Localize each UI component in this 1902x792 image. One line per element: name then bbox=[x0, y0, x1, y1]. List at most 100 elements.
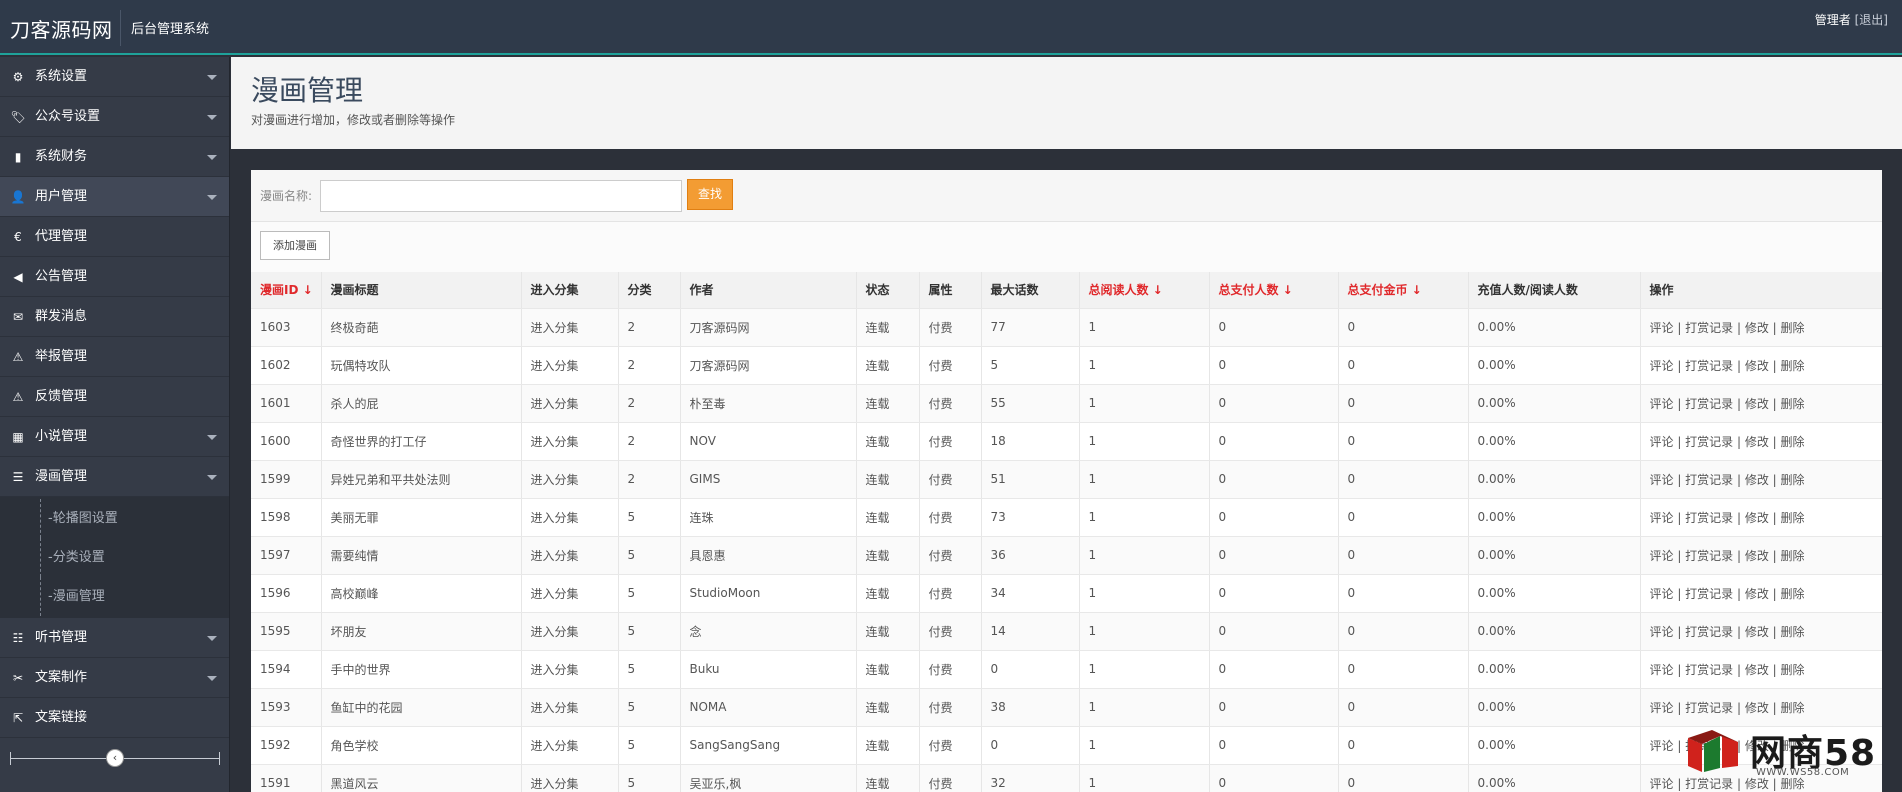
enter-episodes-link[interactable]: 进入分集 bbox=[520, 346, 618, 385]
sidebar-item-label: 群发消息 bbox=[35, 309, 88, 324]
table-cell: 0 bbox=[1337, 650, 1468, 689]
logout-link[interactable]: [退出] bbox=[1855, 13, 1888, 27]
gear-icon: ⚙ bbox=[12, 70, 24, 84]
table-cell: 付费 bbox=[918, 498, 981, 537]
row-actions[interactable]: 评论 | 打赏记录 | 修改 | 删除 bbox=[1639, 308, 1882, 347]
table-cell: 0 bbox=[1337, 612, 1468, 651]
sidebar-item[interactable]: ◀ 公告管理 bbox=[0, 257, 229, 297]
search-bar: 漫画名称: 查找 bbox=[251, 170, 1882, 222]
table-body: 1603 终极奇葩 进入分集 2 刀客源码网 连载 付费 77 1 0 0 0.00% 评论 | 打赏记… bbox=[251, 308, 1882, 792]
envelope-icon: ✉ bbox=[12, 310, 24, 324]
brand-divider bbox=[120, 10, 121, 46]
row-actions[interactable]: 评论 | 打赏记录 | 修改 | 删除 bbox=[1639, 346, 1882, 385]
enter-episodes-link[interactable]: 进入分集 bbox=[520, 536, 618, 575]
collapse-toggle-button[interactable]: ‹ bbox=[106, 749, 124, 767]
sidebar-item[interactable]: 🏷 公众号设置 bbox=[0, 97, 229, 137]
row-actions[interactable]: 评论 | 打赏记录 | 修改 | 删除 bbox=[1639, 612, 1882, 651]
table-cell: 0 bbox=[980, 650, 1079, 689]
column-header: 分类 bbox=[617, 272, 680, 309]
enter-episodes-link[interactable]: 进入分集 bbox=[520, 422, 618, 461]
sidebar-item[interactable]: ▮ 系统财务 bbox=[0, 137, 229, 177]
table-cell: 0 bbox=[1208, 650, 1338, 689]
column-header: 操作 bbox=[1639, 272, 1882, 309]
table-cell: 32 bbox=[980, 764, 1079, 792]
table-cell: 36 bbox=[980, 536, 1079, 575]
table-cell: 5 bbox=[617, 726, 680, 765]
column-header[interactable]: 总支付人数 ↓ bbox=[1208, 272, 1338, 309]
table-cell: StudioMoon bbox=[679, 574, 856, 613]
table-cell: 0 bbox=[1337, 308, 1468, 347]
add-comic-button[interactable]: 添加漫画 bbox=[260, 231, 330, 260]
row-actions[interactable]: 评论 | 打赏记录 | 修改 | 删除 bbox=[1639, 422, 1882, 461]
enter-episodes-link[interactable]: 进入分集 bbox=[520, 308, 618, 347]
sidebar-item[interactable]: ✂ 文案制作 bbox=[0, 658, 229, 698]
sidebar-item[interactable]: ✉ 群发消息 bbox=[0, 297, 229, 337]
row-actions[interactable]: 评论 | 打赏记录 | 修改 | 删除 bbox=[1639, 688, 1882, 727]
table-cell: 付费 bbox=[918, 346, 981, 385]
sidebar-collapse-control: ‹ bbox=[0, 733, 230, 791]
table-cell: 1596 bbox=[251, 574, 321, 613]
sidebar-item[interactable]: 👤 用户管理 bbox=[0, 177, 229, 217]
table-cell: 1594 bbox=[251, 650, 321, 689]
sidebar-menu-lower: ☷ 听书管理 ✂ 文案制作 ⇱ 文案链接 bbox=[0, 618, 229, 738]
column-header: 状态 bbox=[855, 272, 919, 309]
table-cell: 连载 bbox=[855, 422, 919, 461]
sidebar-item[interactable]: ⇱ 文案链接 bbox=[0, 698, 229, 738]
table-cell: 付费 bbox=[918, 460, 981, 499]
table-cell: 0 bbox=[1208, 536, 1338, 575]
enter-episodes-link[interactable]: 进入分集 bbox=[520, 460, 618, 499]
row-actions[interactable]: 评论 | 打赏记录 | 修改 | 删除 bbox=[1639, 650, 1882, 689]
row-actions[interactable]: 评论 | 打赏记录 | 修改 | 删除 bbox=[1639, 574, 1882, 613]
enter-episodes-link[interactable]: 进入分集 bbox=[520, 612, 618, 651]
table-cell: 1592 bbox=[251, 726, 321, 765]
sidebar-item[interactable]: ⚠ 反馈管理 bbox=[0, 377, 229, 417]
enter-episodes-link[interactable]: 进入分集 bbox=[520, 384, 618, 423]
table-cell: 连载 bbox=[855, 726, 919, 765]
table-cell: 连载 bbox=[855, 498, 919, 537]
sidebar-item[interactable]: ⚠ 举报管理 bbox=[0, 337, 229, 377]
sidebar-item[interactable]: ▦ 小说管理 bbox=[0, 417, 229, 457]
table-cell: 0.00% bbox=[1467, 650, 1640, 689]
row-actions[interactable]: 评论 | 打赏记录 | 修改 | 删除 bbox=[1639, 384, 1882, 423]
page-header: 漫画管理 对漫画进行增加，修改或者删除等操作 bbox=[231, 57, 1902, 149]
table-cell: Buku bbox=[679, 650, 856, 689]
sidebar-item-label: 举报管理 bbox=[35, 349, 88, 364]
sidebar-item[interactable]: ☷ 听书管理 bbox=[0, 618, 229, 658]
table-cell: 连载 bbox=[855, 574, 919, 613]
sidebar-subitem[interactable]: -轮播图设置 bbox=[0, 499, 229, 538]
column-header[interactable]: 漫画ID ↓ bbox=[251, 272, 321, 309]
enter-episodes-link[interactable]: 进入分集 bbox=[520, 498, 618, 537]
warning-icon: ⚠ bbox=[12, 350, 24, 364]
sidebar-subitem[interactable]: -漫画管理 bbox=[0, 577, 229, 616]
table-cell: NOV bbox=[679, 422, 856, 461]
row-actions[interactable]: 评论 | 打赏记录 | 修改 | 删除 bbox=[1639, 536, 1882, 575]
enter-episodes-link[interactable]: 进入分集 bbox=[520, 764, 618, 792]
table-cell: 1 bbox=[1078, 308, 1209, 347]
brand-logo[interactable]: 刀客源码网 bbox=[10, 14, 113, 43]
search-button[interactable]: 查找 bbox=[687, 179, 733, 210]
table-cell: 连载 bbox=[855, 460, 919, 499]
enter-episodes-link[interactable]: 进入分集 bbox=[520, 688, 618, 727]
sidebar-item[interactable]: € 代理管理 bbox=[0, 217, 229, 257]
search-input[interactable] bbox=[320, 180, 682, 212]
table-cell: 付费 bbox=[918, 650, 981, 689]
row-actions[interactable]: 评论 | 打赏记录 | 修改 | 删除 bbox=[1639, 498, 1882, 537]
sidebar-item-label: 小说管理 bbox=[35, 429, 88, 444]
row-actions[interactable]: 评论 | 打赏记录 | 修改 | 删除 bbox=[1639, 460, 1882, 499]
table-cell: 1 bbox=[1078, 650, 1209, 689]
table-cell: 77 bbox=[980, 308, 1079, 347]
table-cell: 1 bbox=[1078, 384, 1209, 423]
enter-episodes-link[interactable]: 进入分集 bbox=[520, 574, 618, 613]
sidebar-item[interactable]: ☰ 漫画管理 bbox=[0, 457, 229, 497]
column-header[interactable]: 总阅读人数 ↓ bbox=[1078, 272, 1209, 309]
sidebar-subitem[interactable]: -分类设置 bbox=[0, 538, 229, 577]
column-header[interactable]: 总支付金币 ↓ bbox=[1337, 272, 1468, 309]
table-header-row: 漫画ID ↓ 漫画标题 进入分集 分类 作者 状态 属性 最大话数 总阅读人数 ↓ 总支付人数 ↓… bbox=[251, 272, 1882, 309]
sidebar-item[interactable]: ⚙ 系统设置 bbox=[0, 57, 229, 97]
enter-episodes-link[interactable]: 进入分集 bbox=[520, 726, 618, 765]
warning-icon: ⚠ bbox=[12, 390, 24, 404]
enter-episodes-link[interactable]: 进入分集 bbox=[520, 650, 618, 689]
caret-down-icon bbox=[207, 475, 217, 480]
sidebar-item-label: 文案链接 bbox=[35, 710, 88, 725]
table-row: 1599 异姓兄弟和平共处法则 进入分集 2 GIMS 连载 付费 51 1 0 0 0.00% 评论 … bbox=[251, 460, 1882, 499]
